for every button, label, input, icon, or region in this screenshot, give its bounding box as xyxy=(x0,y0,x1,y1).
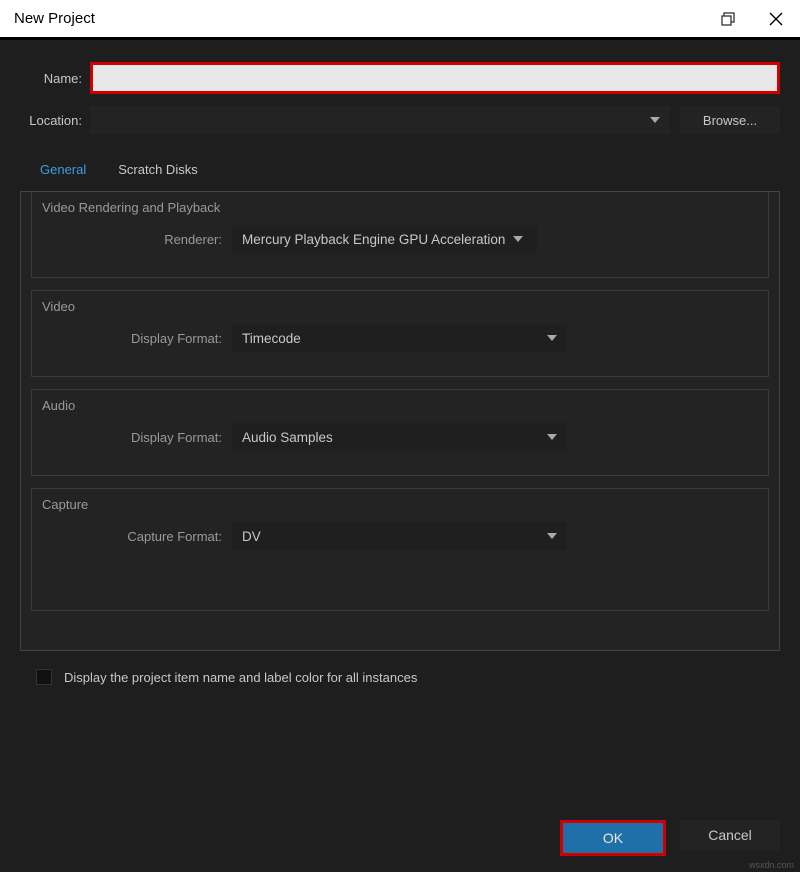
audio-format-field: Display Format: Audio Samples xyxy=(42,423,758,451)
close-icon[interactable] xyxy=(752,0,800,39)
capture-format-label: Capture Format: xyxy=(42,529,232,544)
group-video: Video Display Format: Timecode xyxy=(31,290,769,377)
ok-button[interactable]: OK xyxy=(563,823,663,853)
audio-format-dropdown[interactable]: Audio Samples xyxy=(232,423,567,451)
renderer-label: Renderer: xyxy=(42,232,232,247)
group-capture-title: Capture xyxy=(42,497,758,512)
video-format-label: Display Format: xyxy=(42,331,232,346)
window-restore-icon[interactable] xyxy=(704,0,752,39)
tab-general[interactable]: General xyxy=(38,156,88,183)
window-title: New Project xyxy=(14,10,95,27)
watermark: wsxdn.com xyxy=(749,860,794,870)
chevron-down-icon xyxy=(547,533,557,539)
group-rendering-title: Video Rendering and Playback xyxy=(42,200,758,215)
cancel-button[interactable]: Cancel xyxy=(680,820,780,850)
group-capture: Capture Capture Format: DV xyxy=(31,488,769,611)
ok-button-highlight: OK xyxy=(560,820,666,856)
group-audio-title: Audio xyxy=(42,398,758,413)
name-input[interactable] xyxy=(93,65,777,91)
location-label: Location: xyxy=(20,113,90,128)
chevron-down-icon xyxy=(650,117,660,123)
name-row: Name: xyxy=(20,62,780,94)
chevron-down-icon xyxy=(513,236,523,242)
group-audio: Audio Display Format: Audio Samples xyxy=(31,389,769,476)
footer: OK Cancel xyxy=(20,802,780,856)
tabs: General Scratch Disks xyxy=(20,156,780,183)
renderer-field: Renderer: Mercury Playback Engine GPU Ac… xyxy=(42,225,758,253)
name-input-highlight xyxy=(90,62,780,94)
capture-format-field: Capture Format: DV xyxy=(42,522,758,550)
titlebar: New Project xyxy=(0,0,800,40)
group-rendering: Video Rendering and Playback Renderer: M… xyxy=(31,192,769,278)
tab-panel: Video Rendering and Playback Renderer: M… xyxy=(20,191,780,651)
renderer-value: Mercury Playback Engine GPU Acceleration xyxy=(242,232,505,247)
display-item-name-label: Display the project item name and label … xyxy=(64,670,417,685)
video-format-value: Timecode xyxy=(242,331,301,346)
video-format-dropdown[interactable]: Timecode xyxy=(232,324,567,352)
renderer-dropdown[interactable]: Mercury Playback Engine GPU Acceleration xyxy=(232,225,537,253)
location-row: Location: Browse... xyxy=(20,106,780,134)
audio-format-value: Audio Samples xyxy=(242,430,333,445)
chevron-down-icon xyxy=(547,434,557,440)
audio-format-label: Display Format: xyxy=(42,430,232,445)
display-item-name-checkbox[interactable] xyxy=(36,669,52,685)
capture-format-value: DV xyxy=(242,529,261,544)
display-item-name-row: Display the project item name and label … xyxy=(36,669,780,685)
chevron-down-icon xyxy=(547,335,557,341)
video-format-field: Display Format: Timecode xyxy=(42,324,758,352)
browse-button[interactable]: Browse... xyxy=(680,106,780,134)
name-label: Name: xyxy=(20,71,90,86)
group-video-title: Video xyxy=(42,299,758,314)
capture-format-dropdown[interactable]: DV xyxy=(232,522,567,550)
tab-scratch-disks[interactable]: Scratch Disks xyxy=(116,156,199,183)
dialog-body: Name: Location: Browse... General Scratc… xyxy=(0,40,800,872)
location-dropdown[interactable] xyxy=(90,106,670,134)
